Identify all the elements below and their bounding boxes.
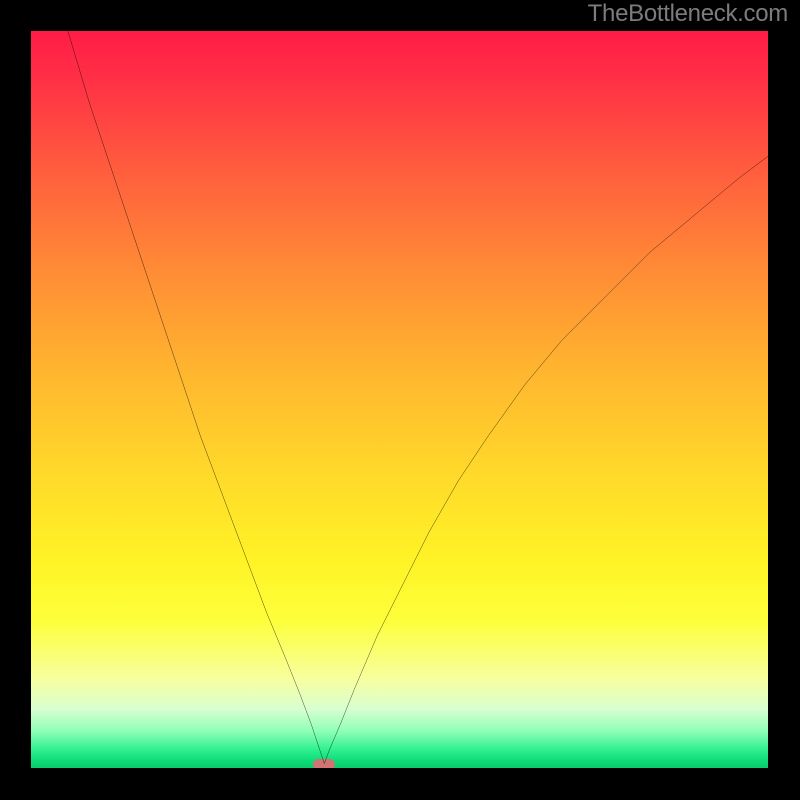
bottleneck-curve [31, 31, 768, 768]
watermark-text: TheBottleneck.com [588, 0, 788, 28]
chart-frame: TheBottleneck.com [0, 0, 800, 800]
plot-area [31, 31, 768, 768]
